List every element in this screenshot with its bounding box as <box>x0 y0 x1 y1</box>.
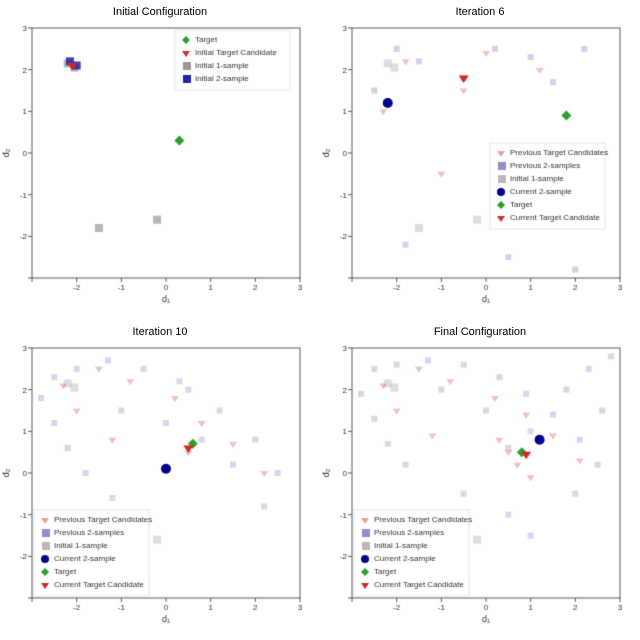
main-grid: Initial Configuration Iteration 6 Iterat… <box>0 0 640 640</box>
title-iter10: Iteration 10 <box>0 326 320 338</box>
title-initial: Initial Configuration <box>0 6 320 18</box>
panel-iter10: Iteration 10 <box>0 320 320 640</box>
panel-iter6: Iteration 6 <box>320 0 640 320</box>
title-final: Final Configuration <box>320 326 640 338</box>
panel-initial: Initial Configuration <box>0 0 320 320</box>
title-iter6: Iteration 6 <box>320 6 640 18</box>
panel-final: Final Configuration <box>320 320 640 640</box>
